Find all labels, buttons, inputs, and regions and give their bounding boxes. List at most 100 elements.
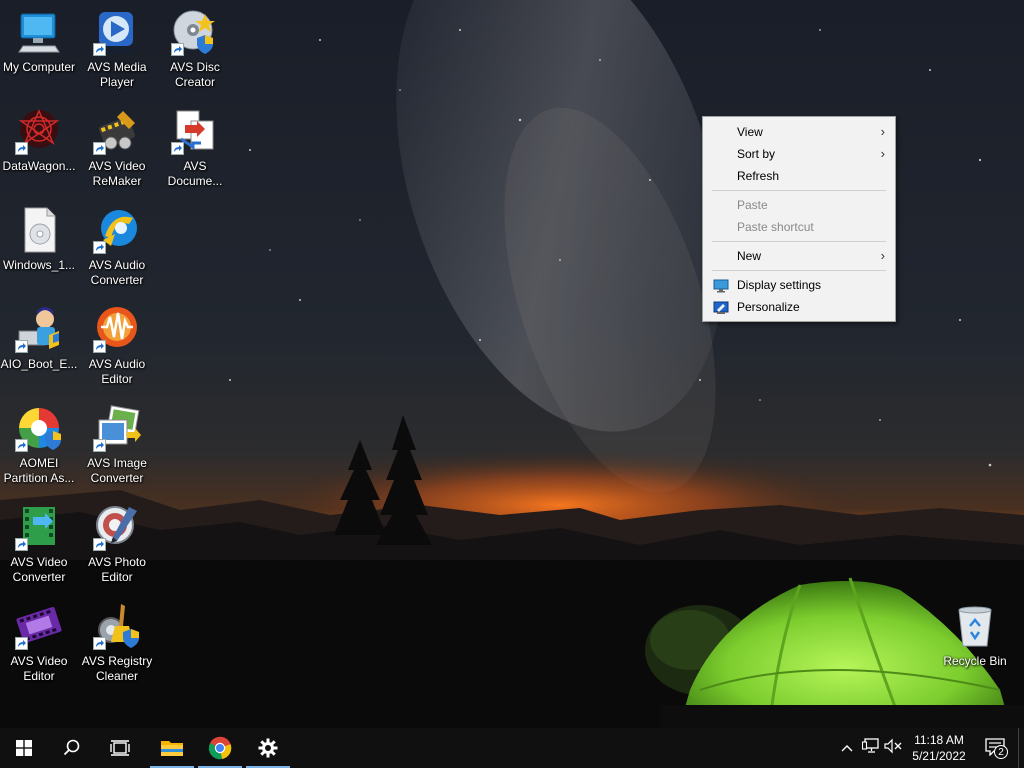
desktop-icon-avs-audio-editor[interactable]: AVS Audio Editor xyxy=(77,301,157,397)
submenu-arrow-icon: › xyxy=(880,124,885,139)
video-converter-icon xyxy=(15,503,63,551)
desktop-icon-label: AVS Audio Editor xyxy=(88,357,146,386)
chrome-button[interactable] xyxy=(196,728,244,768)
shortcut-arrow-icon xyxy=(15,340,28,353)
shortcut-arrow-icon xyxy=(93,241,106,254)
desktop-icon-label: AVS Photo Editor xyxy=(88,555,146,584)
audio-editor-icon xyxy=(93,305,141,353)
desktop-icon-datawagon[interactable]: DataWagon... xyxy=(0,103,79,199)
search-icon xyxy=(63,739,81,757)
menu-item-label: Sort by xyxy=(737,147,776,161)
document-converter-icon xyxy=(171,107,219,155)
shortcut-arrow-icon xyxy=(93,43,106,56)
notification-icon: 2 xyxy=(985,738,1008,759)
task-view-icon xyxy=(110,740,130,756)
menu-item-label: Paste xyxy=(737,198,768,212)
desktop-icon-label: AVS Media Player xyxy=(87,60,147,89)
desktop-icon-recycle-bin[interactable]: Recycle Bin xyxy=(935,598,1015,694)
desktop-icon-aio-boot[interactable]: AIO_Boot_E... xyxy=(0,301,79,397)
taskbar-clock[interactable]: 11:18 AM 5/21/2022 xyxy=(906,728,972,768)
task-view-button[interactable] xyxy=(96,728,144,768)
shortcut-arrow-icon xyxy=(93,439,106,452)
desktop-icon-label: AVS Image Converter xyxy=(87,456,147,485)
volume-muted-icon xyxy=(884,738,902,759)
menu-item-paste-shortcut: Paste shortcut xyxy=(703,216,895,238)
chevron-up-icon xyxy=(841,739,853,757)
shortcut-arrow-icon xyxy=(15,142,28,155)
shortcut-arrow-icon xyxy=(93,340,106,353)
menu-item-display-settings[interactable]: Display settings xyxy=(703,274,895,296)
menu-item-label: Display settings xyxy=(737,278,822,292)
start-button[interactable] xyxy=(0,728,48,768)
desktop-icon-aomei-partition[interactable]: AOMEI Partition As... xyxy=(0,400,79,496)
disc-image-icon xyxy=(15,206,63,254)
shortcut-arrow-icon xyxy=(15,637,28,650)
display-icon xyxy=(713,278,729,293)
menu-separator xyxy=(712,190,886,191)
desktop-icon-avs-video-remaker[interactable]: AVS Video ReMaker xyxy=(77,103,157,199)
shortcut-arrow-icon xyxy=(93,637,106,650)
desktop-icon-avs-media-player[interactable]: AVS Media Player xyxy=(77,4,157,100)
menu-item-personalize[interactable]: Personalize xyxy=(703,296,895,318)
chrome-icon xyxy=(208,736,232,760)
desktop-icon-label: AVS Video Editor xyxy=(10,654,68,683)
desktop-icon-avs-photo-editor[interactable]: AVS Photo Editor xyxy=(77,499,157,595)
settings-button[interactable] xyxy=(244,728,292,768)
menu-item-refresh[interactable]: Refresh xyxy=(703,165,895,187)
action-center-button[interactable]: 2 xyxy=(978,728,1014,768)
volume-tray-button[interactable] xyxy=(882,728,904,768)
desktop-icon-label: Recycle Bin xyxy=(943,654,1007,668)
menu-item-sort-by[interactable]: Sort by › xyxy=(703,143,895,165)
submenu-arrow-icon: › xyxy=(880,248,885,263)
windows-logo-icon xyxy=(16,740,32,756)
desktop-icon-label: AVS Docume... xyxy=(167,159,223,188)
desktop-icon-label: AIO_Boot_E... xyxy=(0,357,78,371)
desktop-icon-avs-audio-converter[interactable]: AVS Audio Converter xyxy=(77,202,157,298)
video-editor-icon xyxy=(15,602,63,650)
show-hidden-icons-button[interactable] xyxy=(836,728,858,768)
aio-boot-icon xyxy=(15,305,63,353)
personalize-icon xyxy=(713,300,729,314)
menu-item-label: Personalize xyxy=(737,300,800,314)
network-tray-button[interactable] xyxy=(860,728,882,768)
show-desktop-button[interactable] xyxy=(1018,728,1024,768)
menu-item-new[interactable]: New › xyxy=(703,245,895,267)
notification-count-badge: 2 xyxy=(994,745,1008,759)
shortcut-arrow-icon xyxy=(15,538,28,551)
audio-converter-icon xyxy=(93,206,141,254)
desktop-icon-avs-document-converter[interactable]: AVS Docume... xyxy=(155,103,235,199)
folder-icon xyxy=(160,738,184,758)
menu-item-label: View xyxy=(737,125,763,139)
desktop-icon-label: AVS Disc Creator xyxy=(170,60,220,89)
menu-item-label: New xyxy=(737,249,762,263)
aomei-partition-icon xyxy=(15,404,63,452)
image-converter-icon xyxy=(93,404,141,452)
desktop-icon-avs-image-converter[interactable]: AVS Image Converter xyxy=(77,400,157,496)
recycle-bin-icon xyxy=(951,602,999,650)
desktop-icon-label: AVS Registry Cleaner xyxy=(81,654,153,683)
desktop-icon-avs-disc-creator[interactable]: AVS Disc Creator xyxy=(155,4,235,100)
menu-item-paste: Paste xyxy=(703,194,895,216)
media-player-icon xyxy=(93,8,141,56)
desktop-icon-avs-video-converter[interactable]: AVS Video Converter xyxy=(0,499,79,595)
desktop-icon-my-computer[interactable]: My Computer xyxy=(0,4,79,100)
menu-separator xyxy=(712,270,886,271)
desktop-icon-avs-registry-cleaner[interactable]: AVS Registry Cleaner xyxy=(77,598,157,694)
desktop-icon-windows-iso[interactable]: Windows_1... xyxy=(0,202,79,298)
clock-time: 11:18 AM xyxy=(914,733,964,747)
menu-item-view[interactable]: View › xyxy=(703,121,895,143)
file-explorer-button[interactable] xyxy=(148,728,196,768)
desktop-context-menu: View › Sort by › Refresh Paste Paste sho… xyxy=(702,116,896,322)
shortcut-arrow-icon xyxy=(171,142,184,155)
clock-date: 5/21/2022 xyxy=(912,749,966,763)
registry-cleaner-icon xyxy=(93,602,141,650)
network-icon xyxy=(861,737,880,759)
desktop-icon-label: AVS Video Converter xyxy=(10,555,68,584)
computer-icon xyxy=(15,8,63,56)
desktop-icon-avs-video-editor[interactable]: AVS Video Editor xyxy=(0,598,79,694)
video-remaker-icon xyxy=(93,107,141,155)
gear-icon xyxy=(258,738,278,758)
desktop-icon-label: Windows_1... xyxy=(2,258,76,272)
disc-creator-icon xyxy=(171,8,219,56)
search-button[interactable] xyxy=(48,728,96,768)
